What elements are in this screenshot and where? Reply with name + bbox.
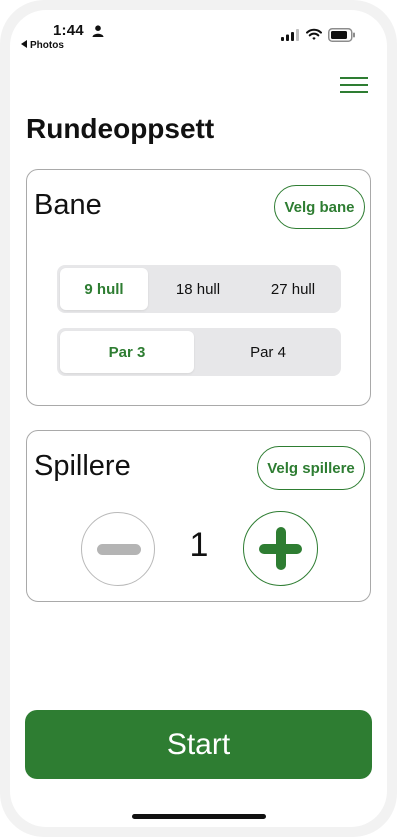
status-time: 1:44 — [53, 22, 84, 39]
minus-icon — [97, 544, 141, 555]
plus-icon-vertical — [276, 527, 286, 570]
menu-icon[interactable] — [340, 76, 368, 94]
segment-18-holes[interactable]: 18 hull — [152, 268, 244, 310]
par-segmented-control: Par 3 Par 4 — [57, 328, 341, 376]
home-indicator[interactable] — [132, 814, 266, 819]
players-card: Spillere Velg spillere 1 — [26, 430, 371, 602]
back-arrow-icon — [21, 40, 27, 49]
select-players-button[interactable]: Velg spillere — [257, 446, 365, 490]
wifi-icon — [306, 28, 322, 40]
holes-segmented-control: 9 hull 18 hull 27 hull — [57, 265, 341, 313]
increase-players-button[interactable] — [243, 511, 318, 586]
segment-par-4[interactable]: Par 4 — [198, 331, 338, 373]
course-card: Bane Velg bane 9 hull 18 hull 27 hull Pa… — [26, 169, 371, 406]
players-card-title: Spillere — [34, 450, 131, 482]
device-frame: 1:44 Photos Rundeoppsett Bane Velg bane … — [0, 0, 397, 837]
back-app-label: Photos — [30, 40, 64, 51]
course-card-title: Bane — [34, 189, 102, 221]
signal-icon — [281, 29, 299, 41]
page-title: Rundeoppsett — [26, 113, 215, 144]
battery-icon — [328, 28, 355, 42]
segment-9-holes[interactable]: 9 hull — [60, 268, 148, 310]
app-screen: 1:44 Photos Rundeoppsett Bane Velg bane … — [10, 10, 387, 827]
player-count: 1 — [189, 526, 209, 564]
person-icon — [92, 25, 104, 37]
back-to-app-link[interactable]: Photos — [21, 40, 64, 51]
start-button[interactable]: Start — [25, 710, 372, 779]
segment-27-holes[interactable]: 27 hull — [248, 268, 338, 310]
select-course-button[interactable]: Velg bane — [274, 185, 365, 229]
segment-par-3[interactable]: Par 3 — [60, 331, 194, 373]
decrease-players-button[interactable] — [81, 512, 155, 586]
